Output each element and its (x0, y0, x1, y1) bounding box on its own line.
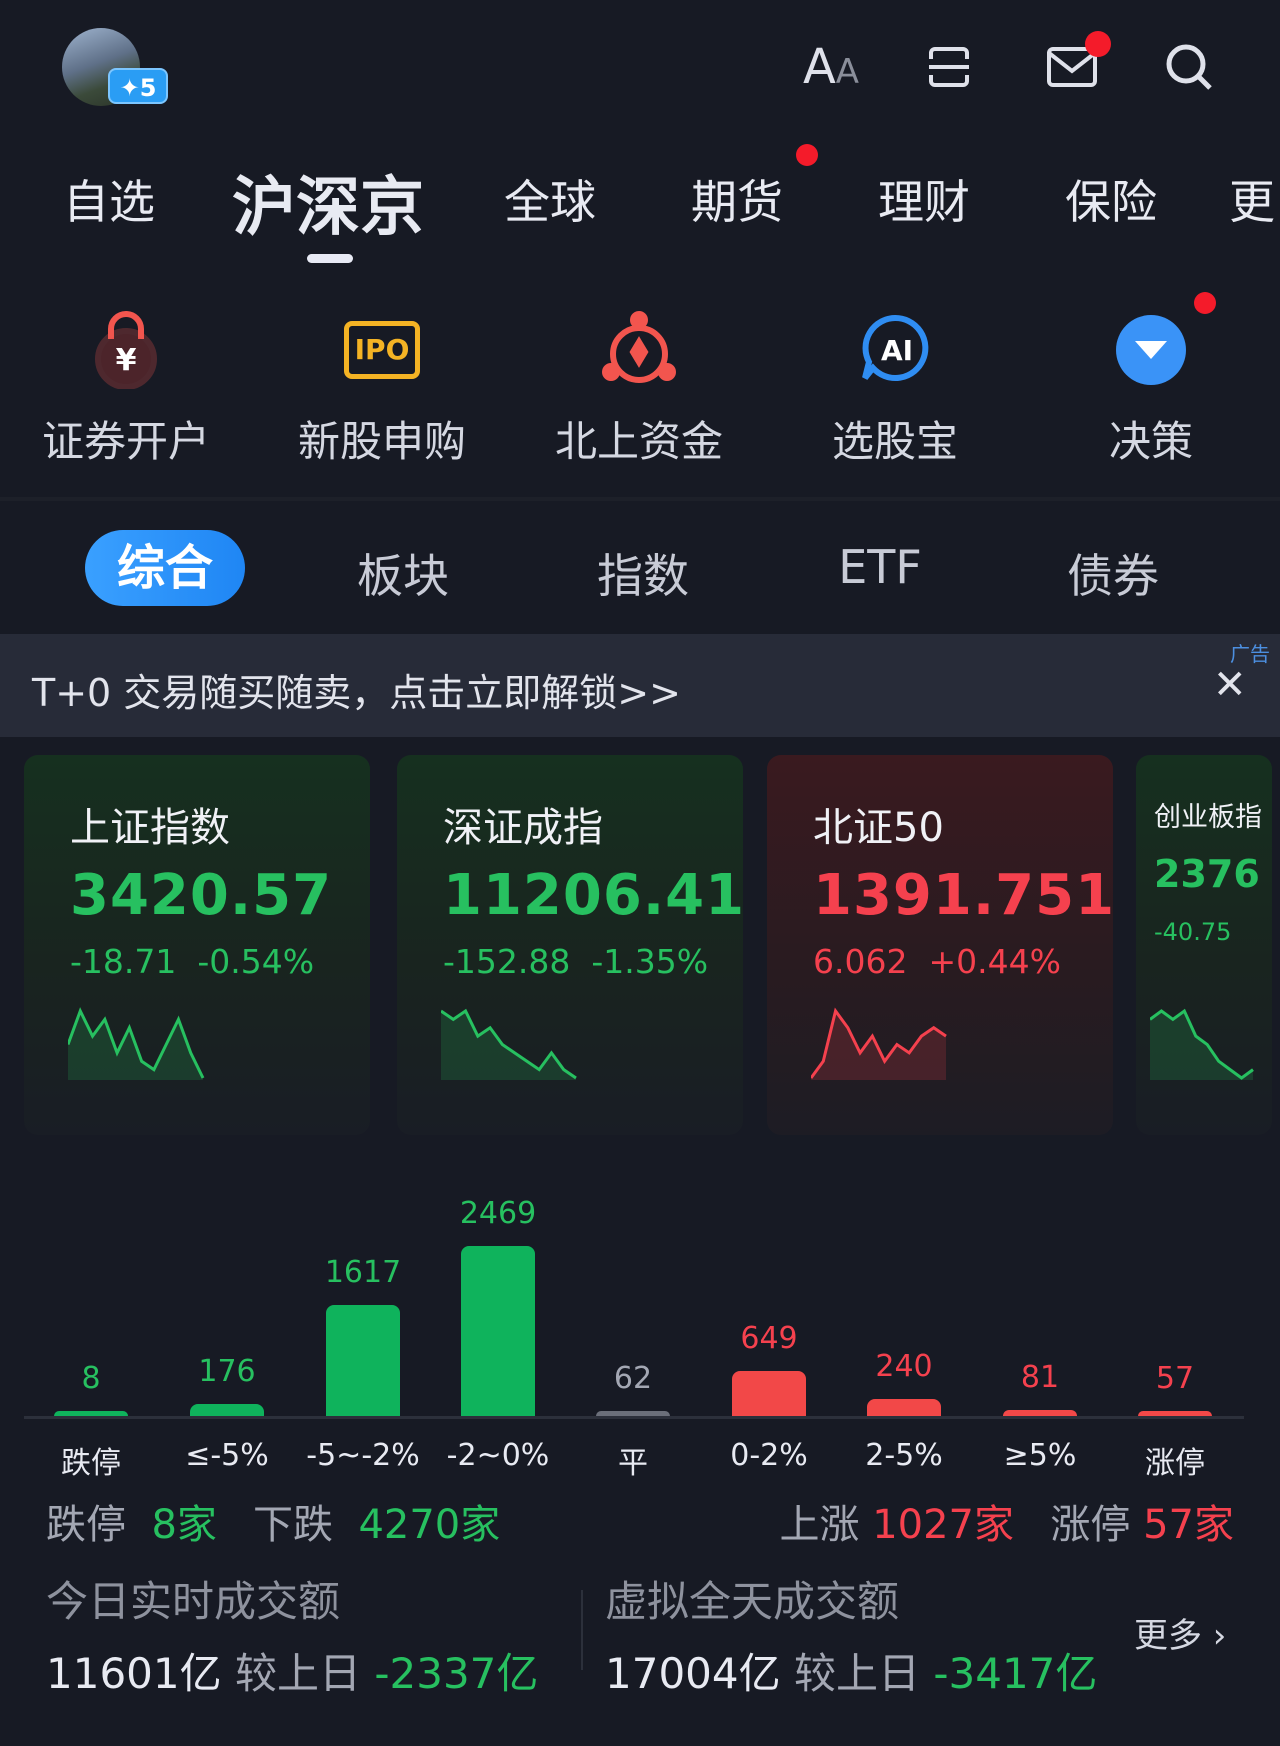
bar-6 (867, 1399, 941, 1416)
index-card-chinext[interactable]: 创业板指 2376 -40.75 (1136, 755, 1272, 1135)
bauhinia-icon[interactable] (599, 310, 679, 390)
search-icon[interactable] (1162, 40, 1216, 94)
index-name: 创业板指 (1154, 802, 1262, 833)
tab-futures[interactable]: 期货 (691, 166, 783, 232)
bar-value-label: 2469 (459, 1196, 537, 1231)
svg-text:¥: ¥ (116, 343, 137, 378)
bar-3 (461, 1246, 535, 1416)
level-badge: ✦5 (108, 68, 168, 104)
tab-global[interactable]: 全球 (504, 166, 596, 232)
sparkline (811, 1007, 947, 1080)
index-card-bse50[interactable]: 北证50 1391.751 6.062 +0.44% (767, 755, 1116, 1135)
divider (581, 1590, 583, 1670)
tab-hushenjing[interactable]: 沪深京 (232, 156, 424, 248)
bar-value-label: 649 (740, 1321, 798, 1357)
bar-value-label: 62 (613, 1361, 653, 1396)
index-value: 1391.751 (813, 863, 1116, 928)
bar-value-label: 176 (198, 1353, 256, 1389)
sparkline-area (1150, 1011, 1253, 1080)
quick-label-open-account[interactable]: 证券开户 (42, 408, 210, 469)
bar-category-label: -5~-2% (306, 1438, 420, 1473)
notification-dot (1085, 31, 1111, 57)
sparkline (441, 1008, 577, 1080)
quick-label-northbound[interactable]: 北上资金 (555, 408, 723, 469)
summary-limit-down: 跌停 8家 (46, 1502, 217, 1548)
decision-badge-dot (1194, 292, 1216, 314)
bar-category-label: ≥5% (1003, 1438, 1077, 1473)
ad-text[interactable]: T+0 交易随买随卖，点击立即解锁>> (32, 662, 681, 717)
divider (0, 497, 1280, 501)
index-change: -152.88 -1.35% (443, 942, 709, 981)
segment-etf[interactable]: ETF (838, 540, 922, 594)
lock-yen-icon[interactable]: ¥ (86, 310, 166, 390)
futures-badge-dot (796, 144, 818, 166)
svg-text:AI: AI (881, 334, 913, 367)
summary-down: 下跌 4270家 (253, 1502, 501, 1548)
quick-label-stock-picker[interactable]: 选股宝 (832, 408, 958, 469)
index-card-sse[interactable]: 上证指数 3420.57 -18.71 -0.54% (24, 755, 370, 1135)
tab-more[interactable]: 更 (1229, 166, 1275, 232)
bar-1 (190, 1403, 264, 1416)
index-value: 2376 (1154, 852, 1260, 896)
tab-wealth[interactable]: 理财 (878, 166, 970, 232)
virtual-turnover-label: 虚拟全天成交额 (605, 1577, 900, 1626)
index-name: 北证50 (813, 805, 944, 851)
tab-insurance[interactable]: 保险 (1065, 166, 1157, 232)
segment-sectors[interactable]: 板块 (357, 540, 449, 606)
sparkline (1150, 1008, 1254, 1080)
tab-zixuan[interactable]: 自选 (63, 166, 155, 232)
segment-bonds[interactable]: 债券 (1067, 540, 1159, 606)
chart-baseline (24, 1416, 1244, 1419)
index-name: 上证指数 (70, 805, 230, 851)
bar-value-label: 57 (1155, 1361, 1195, 1396)
bar-value-label: 1617 (324, 1254, 402, 1290)
bar-2 (326, 1304, 400, 1416)
distribution-chart[interactable]: 8 跌停 176 ≤-5% 1617 -5~-2% 2469 -2~0% 62 平 649 0-2% 2… (0, 1160, 1280, 1481)
summary-up: 上涨 1027家 (779, 1502, 1014, 1548)
ai-icon[interactable]: AI (855, 310, 935, 390)
sparkline (68, 1007, 205, 1080)
font-size-icon[interactable]: AA (803, 39, 859, 95)
index-name: 深证成指 (443, 805, 603, 851)
bar-category-label: -2~0% (446, 1438, 550, 1473)
index-change: -18.71 -0.54% (70, 942, 315, 981)
sparkline-area (441, 1011, 576, 1080)
bar-category-label: 跌停 (61, 1446, 121, 1481)
bar-5 (732, 1371, 806, 1416)
index-change: -40.75 (1154, 918, 1232, 946)
close-icon[interactable]: ✕ (1213, 662, 1247, 708)
ad-banner[interactable]: T+0 交易随买随卖，点击立即解锁>> 广告 ✕ (0, 634, 1280, 737)
active-tab-indicator (307, 254, 353, 263)
today-turnover: 11601亿 较上日 -2337亿 (46, 1649, 539, 1698)
segment-overview[interactable]: 综合 (85, 530, 245, 606)
ipo-icon[interactable]: IPO (342, 310, 422, 390)
index-card-szse[interactable]: 深证成指 11206.41 -152.88 -1.35% (397, 755, 746, 1135)
bar-category-label: ≤-5% (185, 1438, 269, 1473)
quick-label-ipo[interactable]: 新股申购 (298, 408, 466, 469)
dropdown-circle-icon[interactable] (1111, 310, 1191, 390)
bar-value-label: 8 (81, 1361, 101, 1396)
segment-indices[interactable]: 指数 (597, 540, 689, 606)
bar-category-label: 0-2% (730, 1438, 808, 1473)
bar-value-label: 81 (1020, 1360, 1060, 1396)
bar-category-label: 平 (618, 1446, 648, 1481)
bar-value-label: 240 (875, 1349, 933, 1385)
scan-icon[interactable] (922, 40, 976, 94)
index-value: 11206.41 (443, 863, 746, 928)
bar-category-label: 涨停 (1145, 1446, 1205, 1481)
quick-label-decision[interactable]: 决策 (1109, 408, 1193, 469)
index-value: 3420.57 (70, 863, 333, 928)
today-turnover-label: 今日实时成交额 (46, 1577, 341, 1626)
bar-category-label: 2-5% (865, 1438, 943, 1473)
more-link[interactable]: 更多 › (1134, 1608, 1226, 1657)
summary-limit-up: 涨停 57家 (1050, 1502, 1234, 1548)
index-change: 6.062 +0.44% (813, 942, 1061, 981)
virtual-turnover: 17004亿 较上日 -3417亿 (605, 1649, 1098, 1698)
